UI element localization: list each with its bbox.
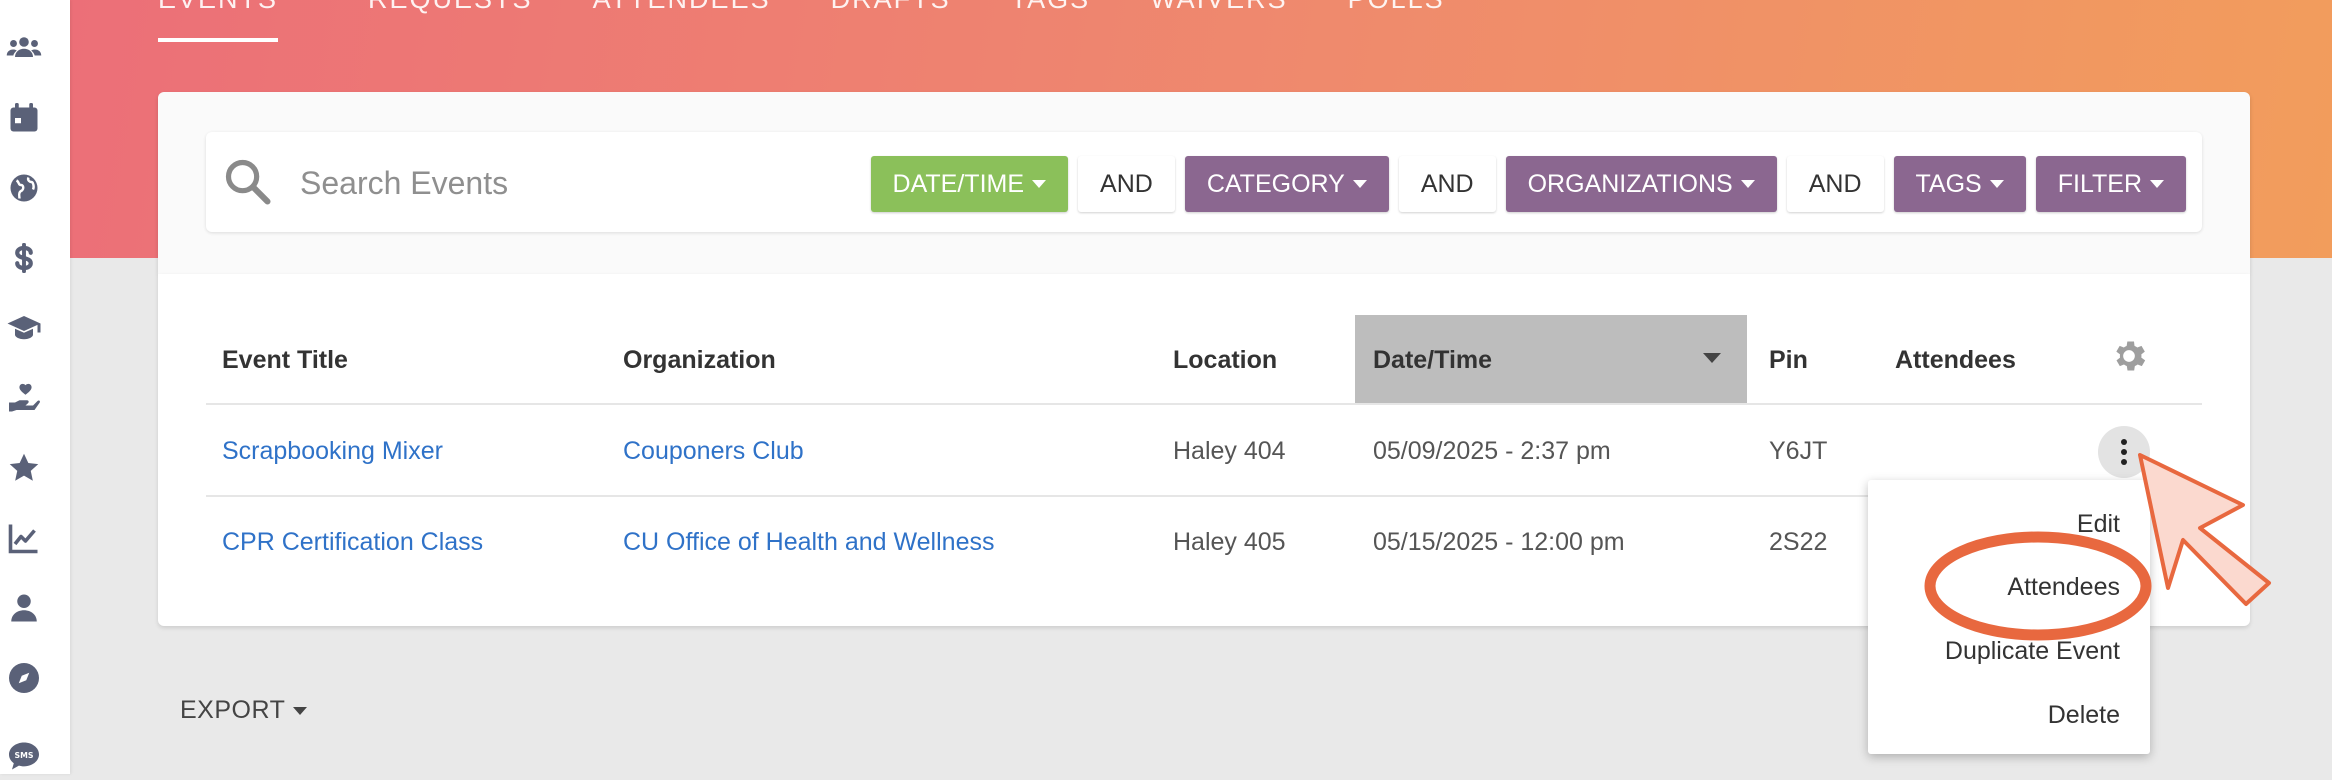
organizations-filter-button[interactable]: ORGANIZATIONS: [1505, 156, 1777, 212]
caret-down-icon: [1740, 180, 1755, 188]
menu-item-attendees[interactable]: Attendees: [2007, 573, 2120, 602]
location-cell: Haley 405: [1173, 528, 1286, 556]
event-title-link[interactable]: Scrapbooking Mixer: [222, 437, 443, 466]
caret-down-icon: [1032, 180, 1047, 188]
user-icon[interactable]: [0, 584, 48, 632]
event-title-link[interactable]: CPR Certification Class: [222, 528, 483, 557]
category-filter-button[interactable]: CATEGORY: [1184, 156, 1389, 212]
and-operator-2[interactable]: AND: [1398, 156, 1496, 212]
tab-requests[interactable]: REQUESTS: [338, 0, 563, 38]
users-icon[interactable]: [0, 24, 48, 72]
header-location[interactable]: Location: [1173, 346, 1277, 375]
dollar-icon[interactable]: [0, 234, 48, 282]
header-attendees[interactable]: Attendees: [1895, 346, 2016, 375]
row-actions-menu: Edit Attendees Duplicate Event Delete: [1868, 480, 2150, 754]
star-icon[interactable]: [0, 444, 48, 492]
chart-line-icon[interactable]: [0, 514, 48, 562]
filter-chips: DATE/TIME AND CATEGORY AND ORGANIZATIONS…: [870, 156, 2186, 212]
tab-polls[interactable]: POLLS: [1318, 0, 1475, 38]
datetime-filter-button[interactable]: DATE/TIME: [870, 156, 1069, 212]
header-organization[interactable]: Organization: [623, 346, 776, 375]
globe-icon[interactable]: [0, 164, 48, 212]
caret-down-icon: [2150, 180, 2164, 188]
menu-item-edit[interactable]: Edit: [2077, 510, 2120, 539]
compass-icon[interactable]: [0, 654, 48, 702]
sms-icon[interactable]: SMS: [0, 732, 48, 780]
header-event-title[interactable]: Event Title: [222, 346, 348, 375]
tab-events[interactable]: EVENTS: [158, 0, 279, 42]
graduation-cap-icon[interactable]: [0, 304, 48, 352]
caret-down-icon: [1989, 180, 2004, 188]
row-actions-kebab-icon[interactable]: [2098, 426, 2150, 478]
organization-link[interactable]: CU Office of Health and Wellness: [623, 528, 994, 557]
header-datetime[interactable]: Date/Time: [1373, 346, 1492, 375]
menu-item-delete[interactable]: Delete: [2048, 701, 2120, 730]
datetime-cell: 05/15/2025 - 12:00 pm: [1373, 528, 1625, 556]
search-input[interactable]: [298, 156, 862, 210]
datetime-cell: 05/09/2025 - 2:37 pm: [1373, 437, 1611, 465]
search-icon[interactable]: [222, 156, 274, 208]
export-label: EXPORT: [180, 696, 286, 724]
nav-tabs: EVENTS REQUESTS ATTENDEES DRAFTS TAGS WA…: [158, 0, 1475, 42]
filter-button[interactable]: FILTER: [2035, 156, 2186, 212]
tab-waivers[interactable]: WAIVERS: [1120, 0, 1318, 38]
gear-icon[interactable]: [2109, 336, 2149, 376]
header-pin[interactable]: Pin: [1769, 346, 1808, 375]
pin-cell: Y6JT: [1769, 437, 1828, 465]
side-rail: SMS: [0, 0, 70, 774]
caret-down-icon: [293, 706, 308, 715]
search-bar: DATE/TIME AND CATEGORY AND ORGANIZATIONS…: [206, 132, 2202, 232]
pin-cell: 2S22: [1769, 528, 1828, 556]
organization-link[interactable]: Couponers Club: [623, 437, 804, 466]
svg-text:SMS: SMS: [15, 751, 34, 760]
filter-label: FILTER: [2057, 169, 2142, 198]
menu-item-duplicate-event[interactable]: Duplicate Event: [1945, 637, 2120, 666]
category-filter-label: CATEGORY: [1206, 169, 1345, 198]
export-button[interactable]: EXPORT: [180, 696, 308, 725]
hand-heart-icon[interactable]: [0, 374, 48, 422]
tags-filter-label: TAGS: [1915, 169, 1982, 198]
datetime-filter-label: DATE/TIME: [892, 169, 1025, 198]
tab-attendees[interactable]: ATTENDEES: [563, 0, 801, 38]
location-cell: Haley 404: [1173, 437, 1286, 465]
tab-drafts[interactable]: DRAFTS: [801, 0, 981, 38]
filter-card: DATE/TIME AND CATEGORY AND ORGANIZATIONS…: [158, 92, 2250, 274]
and-operator-1[interactable]: AND: [1078, 156, 1175, 212]
and-operator-3[interactable]: AND: [1786, 156, 1884, 212]
organizations-filter-label: ORGANIZATIONS: [1527, 169, 1733, 198]
calendar-icon[interactable]: [0, 94, 48, 142]
row-divider: [206, 403, 2202, 405]
tab-tags[interactable]: TAGS: [981, 0, 1121, 38]
caret-down-icon: [1352, 180, 1367, 188]
tags-filter-button[interactable]: TAGS: [1893, 156, 2026, 212]
sort-caret-icon: [1703, 353, 1721, 363]
